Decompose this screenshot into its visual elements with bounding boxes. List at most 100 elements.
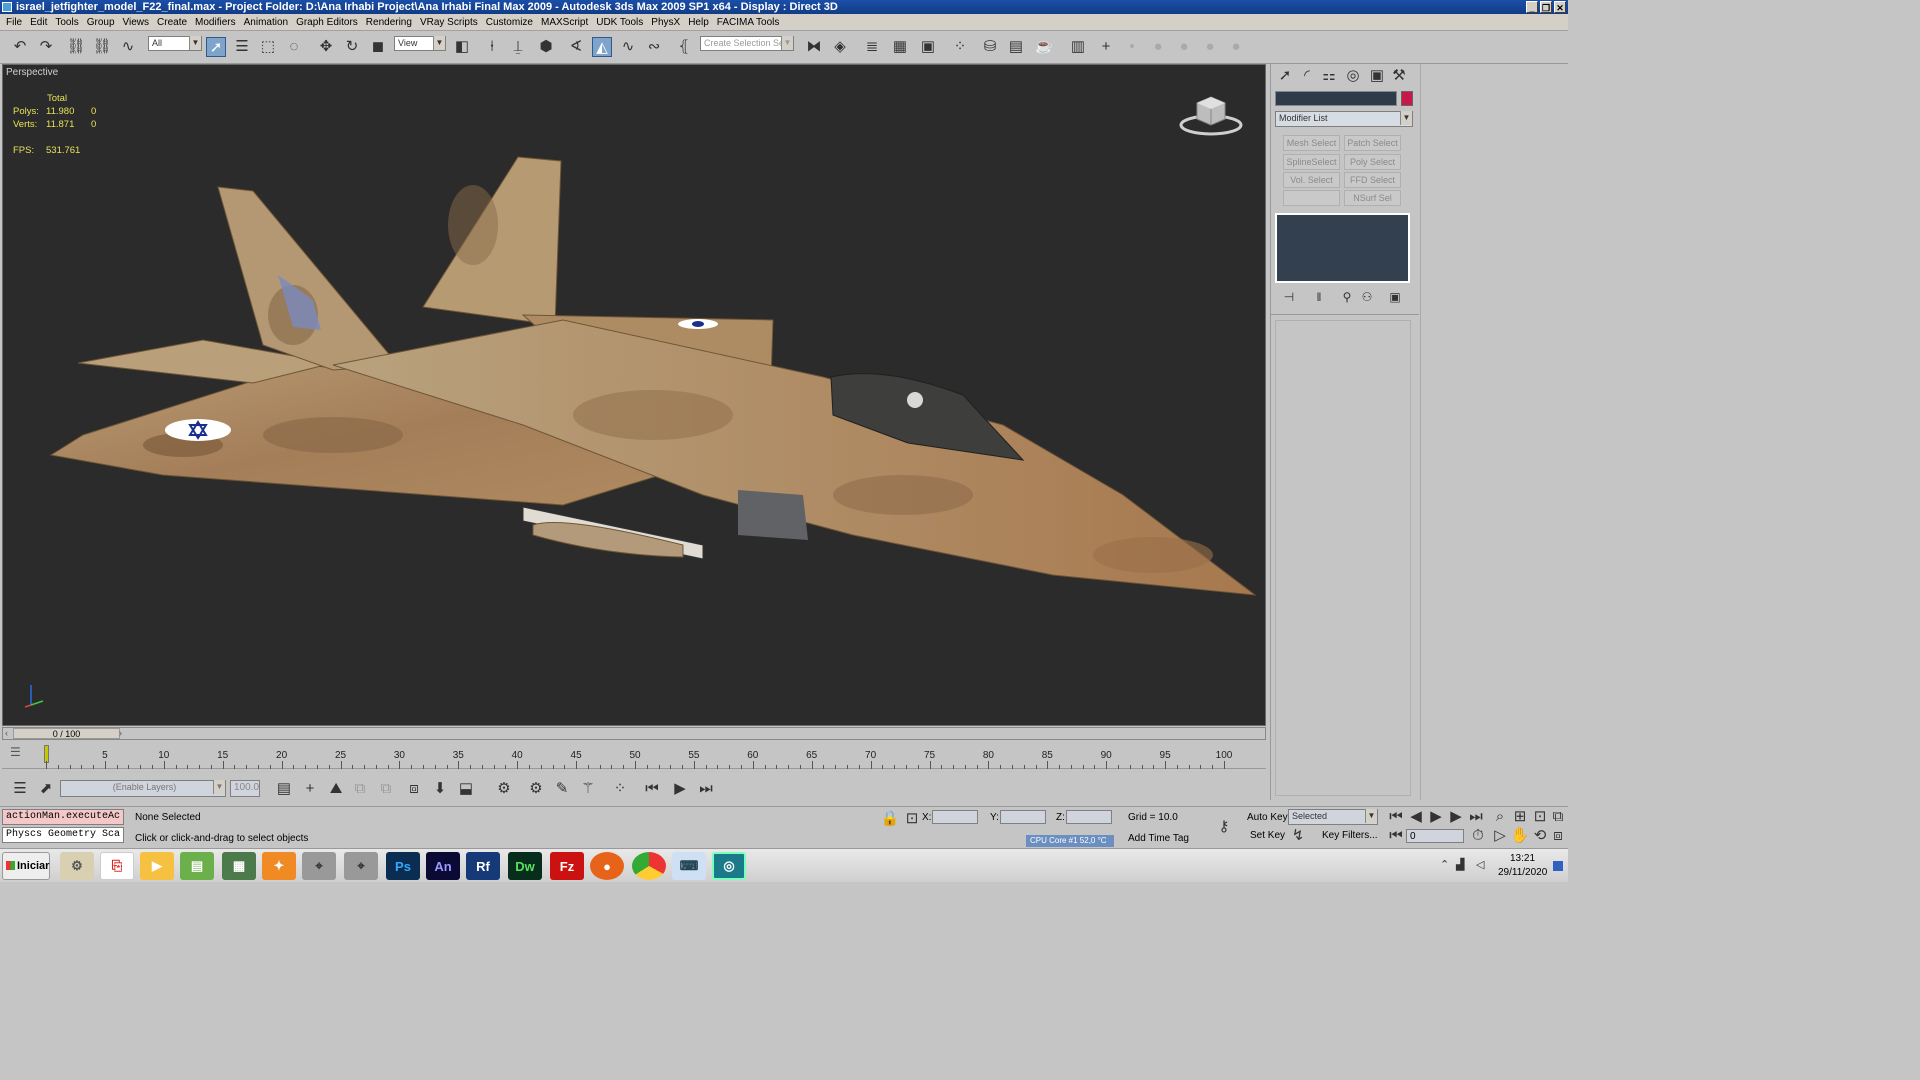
sniper-app-icon[interactable]: ⌖: [302, 852, 336, 880]
selection-filter-dropdown[interactable]: All: [148, 36, 202, 51]
3dsmax-task-icon[interactable]: ◎: [712, 852, 746, 880]
modifier-stack[interactable]: [1275, 213, 1410, 283]
named-selection-icon[interactable]: ⦃: [674, 37, 694, 57]
next-frame-icon[interactable]: ▶: [1446, 807, 1466, 827]
layer-tool-icon-4[interactable]: ⧈: [404, 779, 424, 799]
menu-views[interactable]: Views: [119, 14, 154, 30]
maxscript-mini-listener-output[interactable]: Physcs Geometry Sca: [2, 827, 124, 843]
set-key-icon[interactable]: ↯: [1288, 826, 1308, 846]
dynamics-icon[interactable]: ⚙: [526, 779, 546, 799]
tray-arrow-icon[interactable]: ⌃: [1440, 858, 1449, 871]
maximize-viewport-icon[interactable]: ⧈: [1548, 826, 1568, 846]
menu-facima-tools[interactable]: FACIMA Tools: [713, 14, 784, 30]
menu-udk-tools[interactable]: UDK Tools: [592, 14, 647, 30]
x-coordinate-field[interactable]: [932, 810, 978, 824]
menu-vray-scripts[interactable]: VRay Scripts: [416, 14, 482, 30]
modify-tab-icon[interactable]: ◜: [1297, 66, 1317, 86]
sniper-app-icon-2[interactable]: ⌖: [344, 852, 378, 880]
layer-dropdown[interactable]: (Enable Layers): [60, 780, 226, 797]
schematic-view-icon[interactable]: ▣: [918, 37, 938, 57]
viewcube-icon[interactable]: [1179, 91, 1243, 137]
layer-tool-icon-5[interactable]: ⬇: [430, 779, 450, 799]
key-icon[interactable]: ⚷: [1214, 817, 1234, 837]
orbit-icon[interactable]: ⟲: [1530, 826, 1550, 846]
prev-frame-icon[interactable]: ◀: [1406, 807, 1426, 827]
percent-snap-icon[interactable]: ◭: [592, 37, 612, 57]
pivot-center-icon[interactable]: ◧: [452, 37, 472, 57]
menu-tools[interactable]: Tools: [51, 14, 82, 30]
move-icon[interactable]: ✥: [316, 37, 336, 57]
time-slider[interactable]: ‹ 0 / 100 ›: [2, 727, 1266, 740]
menu-file[interactable]: File: [2, 14, 26, 30]
utilities-tab-icon[interactable]: ⚒: [1389, 66, 1409, 86]
rotate-icon[interactable]: ↻: [342, 37, 362, 57]
goto-start-icon[interactable]: ⏮: [642, 779, 662, 799]
notification-icon[interactable]: [1553, 861, 1563, 871]
network-tray-icon[interactable]: ▟: [1456, 858, 1464, 871]
menu-animation[interactable]: Animation: [240, 14, 292, 30]
layer-select-icon[interactable]: ⬈: [36, 779, 56, 799]
start-button[interactable]: Iniciar: [2, 852, 50, 880]
layer-manager-icon[interactable]: ≣: [862, 37, 882, 57]
zoom-extents-all-icon[interactable]: ⧉: [1548, 807, 1568, 827]
zoom-all-icon[interactable]: ⊞: [1510, 807, 1530, 827]
bind-spacewarp-icon[interactable]: ∿: [118, 37, 138, 57]
vol-select-button[interactable]: Vol. Select: [1283, 172, 1340, 188]
time-prev-icon[interactable]: ‹: [5, 728, 8, 738]
add-icon[interactable]: +: [1096, 37, 1116, 57]
time-next-icon[interactable]: ›: [119, 728, 122, 738]
motion-tab-icon[interactable]: ◎: [1343, 66, 1363, 86]
current-frame-field[interactable]: 0: [1406, 829, 1464, 843]
time-slider-thumb[interactable]: 0 / 100: [13, 728, 120, 739]
ffd-select-button[interactable]: FFD Select: [1344, 172, 1401, 188]
create-tab-icon[interactable]: ➚: [1275, 66, 1295, 86]
monitor-app-icon[interactable]: ▦: [222, 852, 256, 880]
volume-tray-icon[interactable]: ◁: [1476, 858, 1484, 871]
play-icon[interactable]: ▶: [670, 779, 690, 799]
media-player-icon[interactable]: ▶: [140, 852, 174, 880]
menu-group[interactable]: Group: [83, 14, 119, 30]
sphere-icon-3[interactable]: ●: [1226, 37, 1246, 57]
render-setup-icon[interactable]: ⛁: [980, 37, 1000, 57]
menu-graph-editors[interactable]: Graph Editors: [292, 14, 362, 30]
render-production-icon[interactable]: ☕: [1034, 37, 1054, 57]
unlink-icon[interactable]: ⛓: [92, 37, 112, 57]
filezilla-icon[interactable]: Fz: [550, 852, 584, 880]
dot-icon-2[interactable]: ●: [1148, 37, 1168, 57]
menu-physx[interactable]: PhysX: [647, 14, 684, 30]
pin-stack-icon[interactable]: ⊣: [1279, 287, 1299, 307]
empty-modifier-button[interactable]: [1283, 190, 1340, 206]
layer-tool-icon[interactable]: ⛰: [326, 779, 346, 799]
patch-select-button[interactable]: Patch Select: [1344, 135, 1401, 151]
jet-fighter-model[interactable]: [3, 65, 1266, 726]
perspective-viewport[interactable]: Perspective Total Polys: 11.980 0 Verts:…: [2, 64, 1266, 726]
layer-value-field[interactable]: 100.0: [230, 780, 260, 797]
edit-named-sets-icon[interactable]: ∾: [644, 37, 664, 57]
clock-date[interactable]: 29/11/2020: [1498, 867, 1547, 878]
show-end-result-icon[interactable]: ‖: [1309, 287, 1329, 307]
chrome-icon[interactable]: [632, 852, 666, 880]
layers-icon[interactable]: ☰: [10, 779, 30, 799]
physx-icon[interactable]: ⚙: [492, 779, 516, 799]
lock-selection-icon[interactable]: 🔒: [880, 809, 900, 829]
spinner-snap-icon[interactable]: ∿: [618, 37, 638, 57]
align-icon[interactable]: ◈: [830, 37, 850, 57]
zoom-extents-icon[interactable]: ⊡: [1530, 807, 1550, 827]
pen-icon[interactable]: ✎: [552, 779, 572, 799]
goto-end-icon-2[interactable]: ⏭: [1466, 807, 1486, 827]
hierarchy-tab-icon[interactable]: ⚏: [1319, 66, 1339, 86]
sphere-icon[interactable]: ●: [1174, 37, 1194, 57]
remove-modifier-icon[interactable]: ⚇: [1357, 287, 1377, 307]
zoom-icon[interactable]: ⌕: [1490, 807, 1510, 827]
window-crossing-icon[interactable]: ◌: [284, 37, 304, 57]
scale-icon[interactable]: ◼: [368, 37, 388, 57]
z-coordinate-field[interactable]: [1066, 810, 1112, 824]
keyboard-shortcut-icon[interactable]: ⍊: [508, 37, 528, 57]
time-config-icon[interactable]: ⏱: [1468, 826, 1488, 846]
pdf-app-icon[interactable]: ⎘: [100, 852, 134, 880]
auto-key-button[interactable]: Auto Key: [1247, 812, 1288, 823]
pan-icon[interactable]: ✋: [1510, 826, 1530, 846]
firefox-icon[interactable]: ●: [590, 852, 624, 880]
y-coordinate-field[interactable]: [1000, 810, 1046, 824]
snaps-toggle-icon[interactable]: ⬢: [536, 37, 556, 57]
